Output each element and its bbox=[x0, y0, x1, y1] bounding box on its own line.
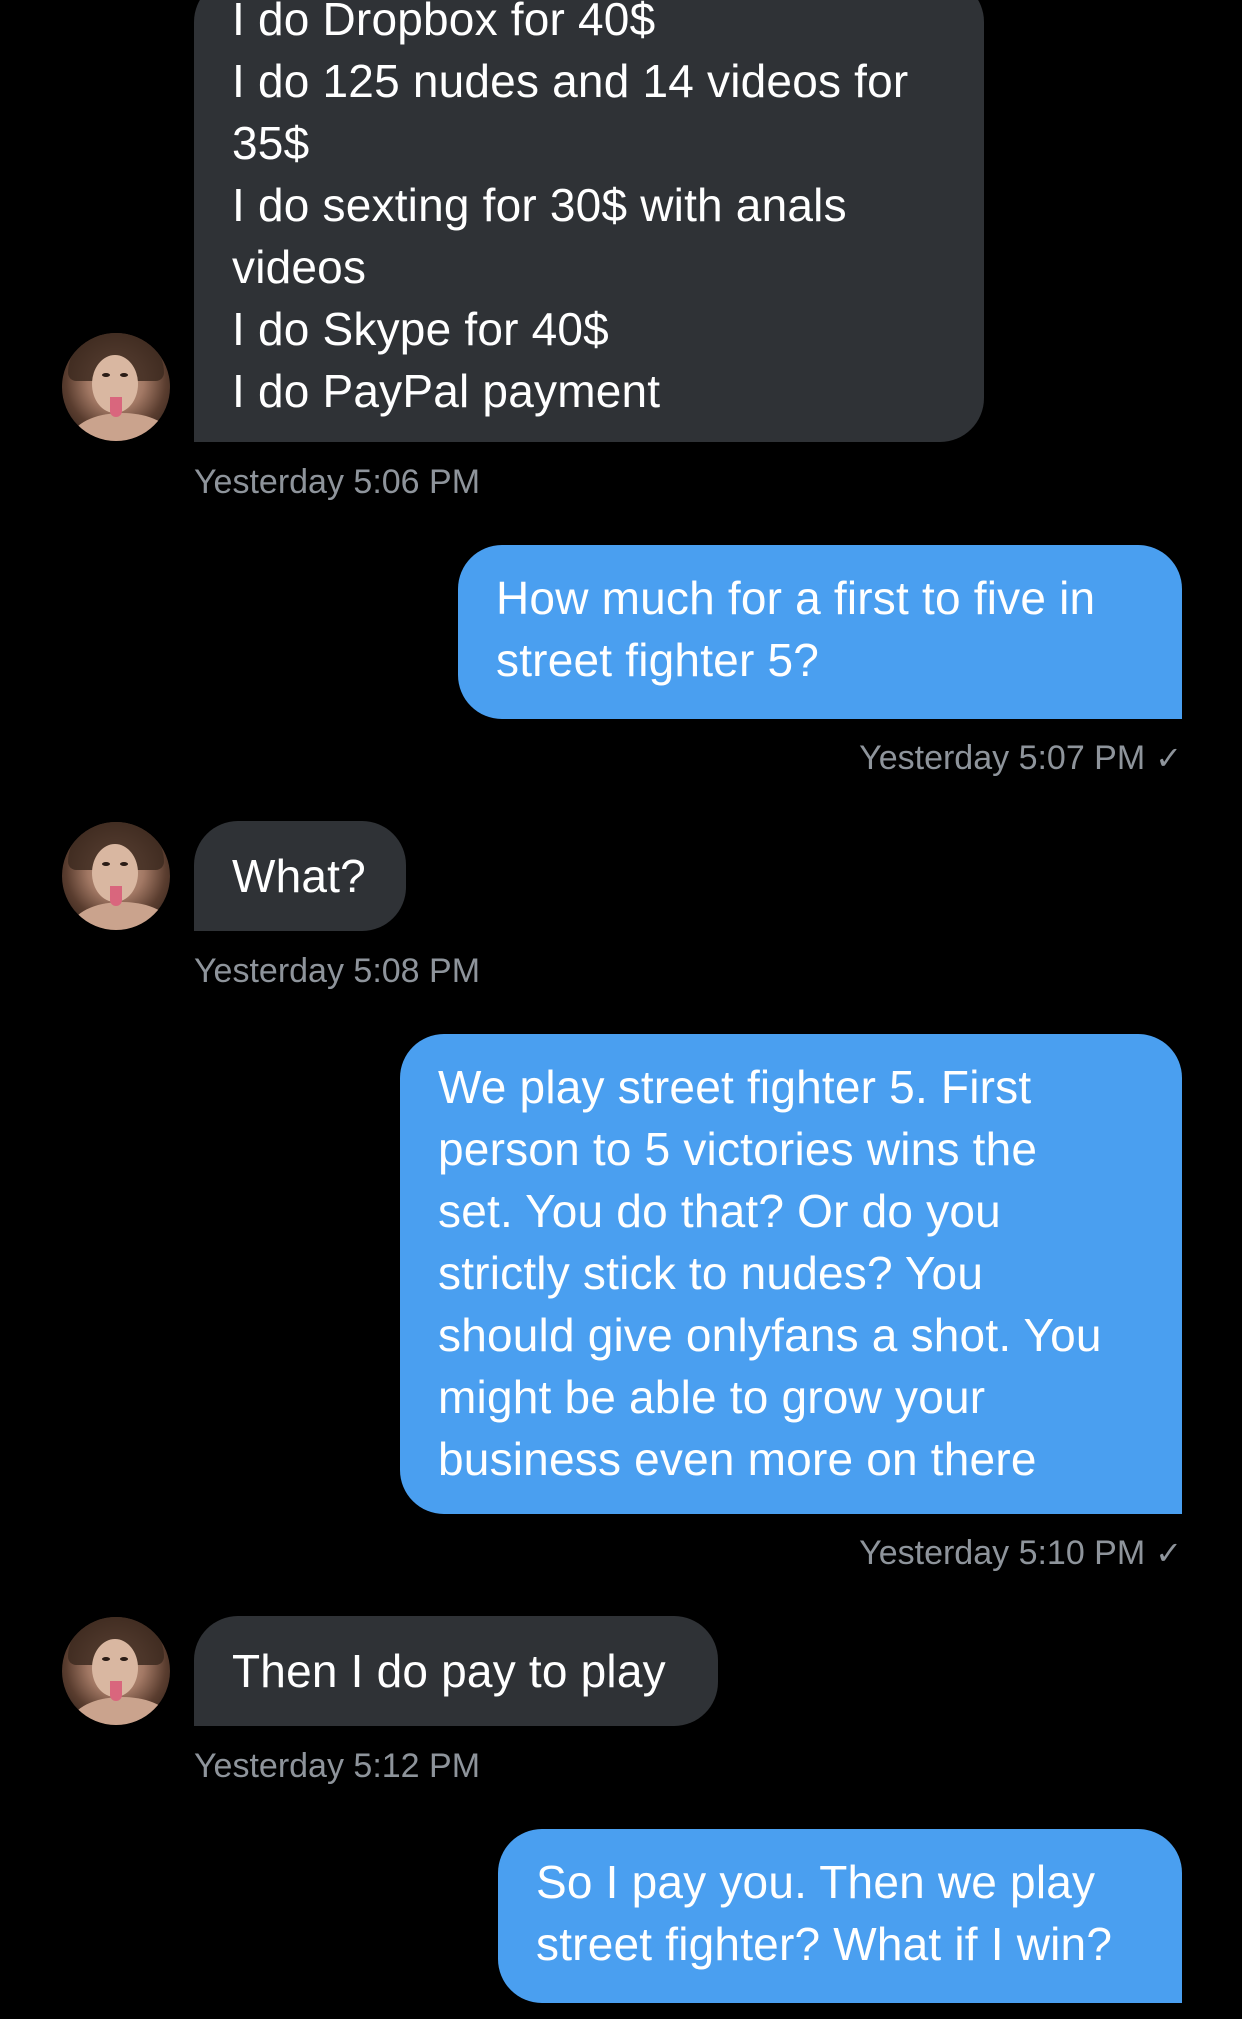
avatar-tongue bbox=[110, 397, 122, 417]
avatar-shoulder bbox=[72, 902, 170, 930]
message-thread: I do Dropbox for 40$ I do 125 nudes and … bbox=[0, 0, 1242, 2019]
message-timestamp-row: Yesterday 5:07 PM ✓ bbox=[859, 738, 1182, 778]
message-timestamp: Yesterday 5:08 PM bbox=[194, 952, 481, 990]
avatar-shoulder bbox=[72, 413, 170, 441]
avatar-tongue bbox=[110, 1681, 122, 1701]
outgoing-message-bubble[interactable]: So I pay you. Then we play street fighte… bbox=[498, 1829, 1182, 2003]
avatar-eye bbox=[120, 373, 128, 377]
contact-avatar[interactable] bbox=[62, 822, 170, 930]
incoming-message-bubble[interactable]: I do Dropbox for 40$ I do 125 nudes and … bbox=[194, 0, 984, 442]
avatar-shoulder bbox=[72, 1697, 170, 1725]
contact-avatar[interactable] bbox=[62, 1617, 170, 1725]
avatar-eye bbox=[102, 862, 110, 866]
avatar-eye bbox=[120, 862, 128, 866]
message-timestamp: Yesterday 5:10 PM bbox=[859, 1534, 1146, 1572]
read-receipt-check-icon: ✓ bbox=[1155, 740, 1182, 776]
message-timestamp: Yesterday 5:06 PM bbox=[194, 463, 481, 501]
message-timestamp: Yesterday 5:12 PM bbox=[194, 1747, 481, 1785]
read-receipt-check-icon: ✓ bbox=[1155, 1535, 1182, 1571]
message-timestamp-row: Yesterday 5:10 PM ✓ bbox=[859, 1533, 1182, 1573]
contact-avatar[interactable] bbox=[62, 333, 170, 441]
avatar-eye bbox=[120, 1657, 128, 1661]
avatar-eye bbox=[102, 373, 110, 377]
avatar-eye bbox=[102, 1657, 110, 1661]
outgoing-message-bubble[interactable]: How much for a first to five in street f… bbox=[458, 545, 1182, 719]
avatar-tongue bbox=[110, 886, 122, 906]
outgoing-message-bubble[interactable]: We play street fighter 5. First person t… bbox=[400, 1034, 1182, 1514]
incoming-message-bubble[interactable]: Then I do pay to play bbox=[194, 1616, 718, 1726]
message-timestamp: Yesterday 5:07 PM bbox=[859, 739, 1146, 777]
incoming-message-bubble[interactable]: What? bbox=[194, 821, 406, 931]
